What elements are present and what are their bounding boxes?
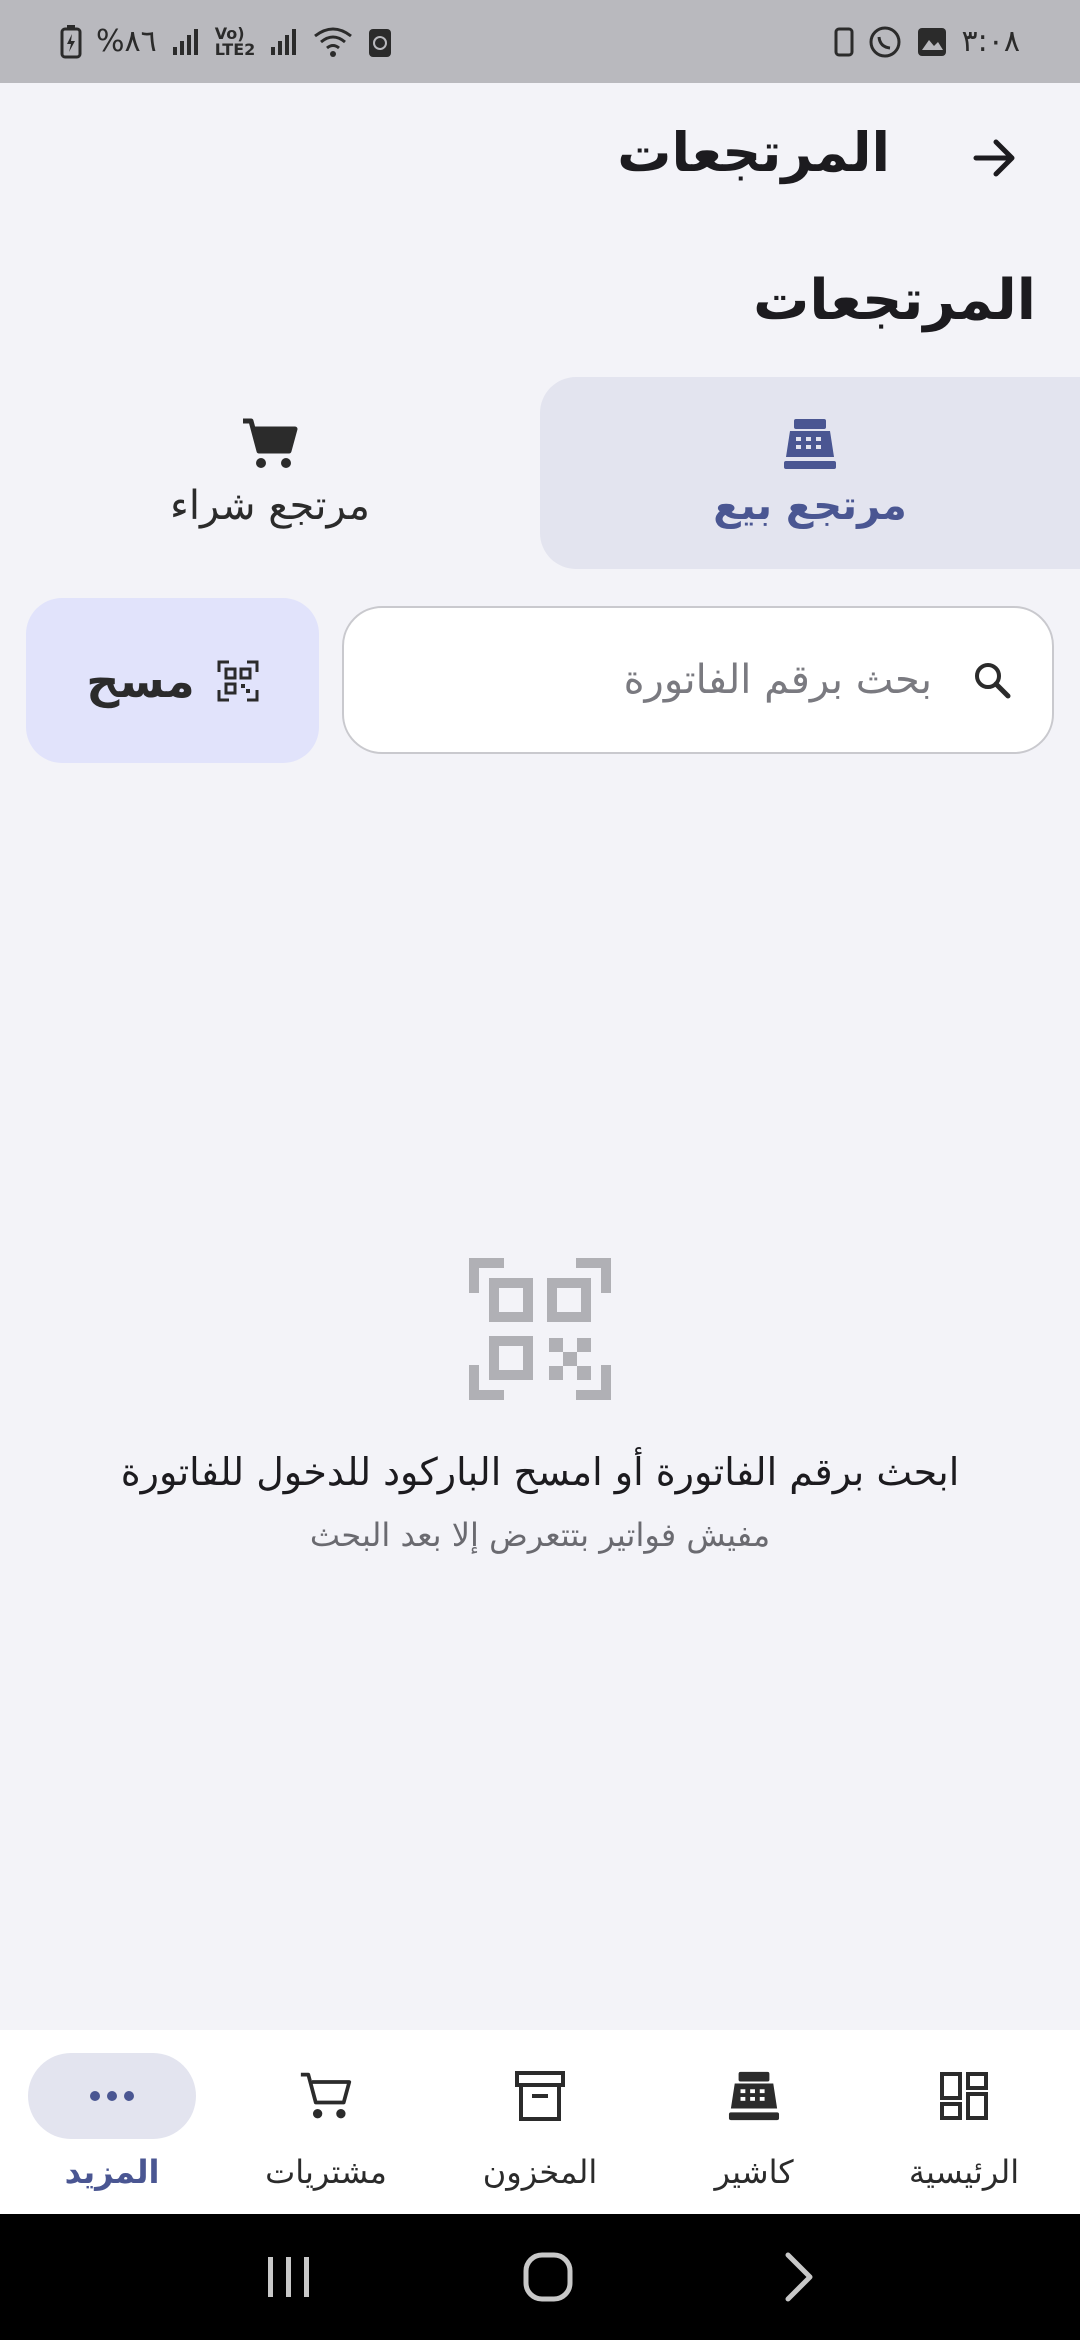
network-type-label: Vo) LTE2 — [214, 23, 256, 59]
search-box — [342, 606, 1054, 754]
page-title: المرتجعات — [753, 268, 1036, 333]
nav-icon-container — [456, 2053, 624, 2139]
nav-item-more[interactable]: المزيد — [4, 2030, 220, 2214]
nav-label-home: الرئيسية — [908, 2153, 1020, 2191]
nav-icon-container — [670, 2053, 838, 2139]
scan-button[interactable]: مسح — [26, 598, 319, 763]
empty-state-title: ابحث برقم الفاتورة أو امسح الباركود للدخ… — [120, 1450, 960, 1494]
battery-icon — [60, 24, 82, 59]
recycle-icon — [367, 25, 393, 59]
signal-icon — [171, 27, 201, 57]
status-left: %٨٦ Vo) LTE2 — [60, 24, 393, 59]
app-bar-title: المرتجعات — [617, 121, 890, 184]
nav-item-inventory[interactable]: المخزون — [432, 2030, 648, 2214]
arrow-forward-icon — [973, 139, 1015, 177]
whatsapp-icon — [868, 25, 902, 59]
nav-label-purchases: مشتريات — [265, 2153, 387, 2191]
search-row: مسح — [26, 598, 1054, 763]
scan-button-label: مسح — [86, 653, 195, 708]
archive-box-icon — [515, 2071, 565, 2121]
more-dots-icon — [90, 2091, 134, 2101]
tab-purchase-return[interactable]: مرتجع شراء — [0, 377, 540, 569]
nav-item-purchases[interactable]: مشتريات — [218, 2030, 434, 2214]
tab-purchase-return-label: مرتجع شراء — [170, 483, 370, 529]
invoice-search-input[interactable] — [384, 657, 972, 703]
qr-code-icon — [469, 1258, 611, 1400]
nav-item-home[interactable]: الرئيسية — [856, 2030, 1072, 2214]
search-icon — [975, 663, 1011, 699]
battery-percent: %٨٦ — [96, 24, 157, 59]
home-icon[interactable] — [522, 2251, 574, 2303]
system-navigation-bar — [0, 2214, 1080, 2340]
cash-register-icon — [784, 419, 836, 469]
nav-icon-container — [880, 2053, 1048, 2139]
tab-sale-return-label: مرتجع بيع — [713, 483, 907, 529]
empty-state-subtitle: مفيش فواتير بتتعرض إلا بعد البحث — [309, 1516, 771, 1554]
status-bar: %٨٦ Vo) LTE2 ٣:٠٨ — [0, 0, 1080, 83]
wifi-icon — [313, 26, 353, 58]
back-button[interactable] — [950, 113, 1040, 203]
signal-icon-2 — [269, 27, 299, 57]
cash-register-icon — [728, 2071, 780, 2121]
status-right: ٣:٠٨ — [834, 24, 1020, 59]
tab-sale-return[interactable]: مرتجع بيع — [540, 377, 1080, 569]
nav-icon-container — [28, 2053, 196, 2139]
nav-label-inventory: المخزون — [482, 2153, 598, 2191]
nav-item-cashier[interactable]: كاشير — [646, 2030, 862, 2214]
nav-label-more: المزيد — [64, 2153, 160, 2191]
clock: ٣:٠٨ — [961, 24, 1020, 59]
dashboard-icon — [940, 2072, 988, 2120]
return-type-tabs: مرتجع بيع مرتجع شراء — [0, 377, 1080, 569]
cart-icon — [300, 2072, 352, 2119]
nav-icon-container — [242, 2053, 410, 2139]
sim-icon — [834, 27, 854, 57]
empty-state: ابحث برقم الفاتورة أو امسح الباركود للدخ… — [0, 1258, 1080, 1554]
cart-icon — [243, 418, 298, 468]
back-chevron-icon[interactable] — [782, 2251, 816, 2303]
recent-apps-icon[interactable] — [264, 2255, 314, 2299]
gallery-icon — [916, 26, 948, 58]
nav-label-cashier: كاشير — [714, 2153, 794, 2191]
app-bar: المرتجعات — [0, 83, 1080, 233]
bottom-navigation: الرئيسية كاشير المخزون مشتريات المزيد — [0, 2030, 1080, 2214]
qr-scan-icon — [217, 660, 259, 701]
